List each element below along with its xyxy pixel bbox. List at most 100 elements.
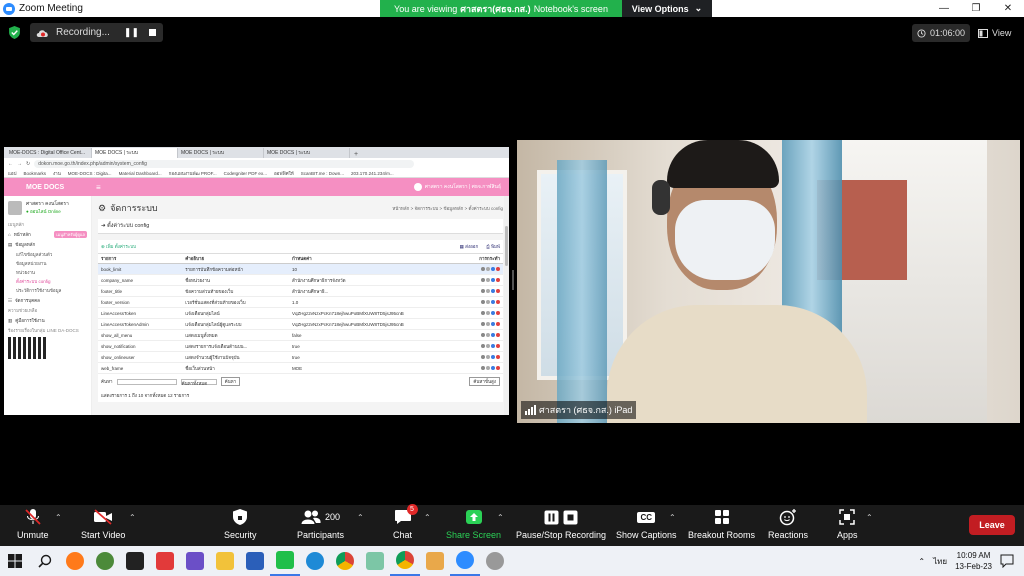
- table-row[interactable]: footer_title ข้อความส่วนท้ายของเว็บ สำนักง…: [98, 285, 503, 297]
- browser-tab[interactable]: MOE-DOCS : Digital Office Cent...: [6, 148, 92, 158]
- stop-recording-button[interactable]: [149, 29, 157, 36]
- delete-icon[interactable]: [496, 333, 500, 337]
- splitter-handle[interactable]: [512, 270, 514, 290]
- new-tab-icon[interactable]: +: [354, 151, 358, 158]
- breadcrumb-item[interactable]: หน้าหลัก: [392, 206, 409, 211]
- bookmark-item[interactable]: 203.170.241.234/m...: [351, 171, 394, 176]
- delete-icon[interactable]: [496, 355, 500, 359]
- unmute-button[interactable]: Unmute: [17, 507, 49, 540]
- browser-tab[interactable]: MOE DOCS | ระบบ: [264, 148, 350, 158]
- sidebar-subitem[interactable]: ข้อมูลหน่วยงาน: [16, 260, 87, 267]
- edit-icon[interactable]: [491, 355, 495, 359]
- taskbar-app-purple[interactable]: [180, 546, 210, 576]
- close-button[interactable]: ✕: [992, 0, 1024, 17]
- edit-icon[interactable]: [491, 267, 495, 271]
- notification-icon[interactable]: [1000, 554, 1014, 568]
- table-row[interactable]: footer_version เวอร์ชั่นแสดงที่ส่วนท้ายขอ…: [98, 296, 503, 308]
- address-bar[interactable]: dokon.moe.go.th/index.php/admin/system_c…: [34, 159, 415, 168]
- search-icon[interactable]: [481, 333, 485, 337]
- shared-screen[interactable]: MOE-DOCS : Digital Office Cent... MOE DO…: [4, 147, 509, 415]
- delete-icon[interactable]: [496, 278, 500, 282]
- delete-icon[interactable]: [496, 300, 500, 304]
- copy-icon[interactable]: [486, 344, 490, 348]
- reload-icon[interactable]: ↻: [26, 161, 30, 167]
- edit-icon[interactable]: [491, 278, 495, 282]
- copy-icon[interactable]: [486, 300, 490, 304]
- view-button[interactable]: View: [978, 24, 1018, 42]
- sidebar-item-home[interactable]: ⌂ หน้าหลัก เมนูสำหรับผู้ดูแล: [8, 231, 87, 238]
- bookmark-item[interactable]: ออฟฟิศให้: [274, 170, 294, 177]
- copy-icon[interactable]: [486, 289, 490, 293]
- delete-icon[interactable]: [496, 289, 500, 293]
- bookmark-item[interactable]: งาน: [53, 170, 61, 177]
- search-input[interactable]: [116, 378, 177, 385]
- table-row[interactable]: web_frame ชื่อเว็บส่วนหน้า MOE: [98, 362, 503, 374]
- copy-icon[interactable]: [486, 366, 490, 370]
- edit-icon[interactable]: [491, 322, 495, 326]
- breakout-rooms-button[interactable]: Breakout Rooms: [688, 507, 755, 540]
- sidebar-item-manual[interactable]: ▥ คู่มือการใช้งาน: [8, 317, 87, 324]
- taskbar-chrome-2[interactable]: [390, 546, 420, 576]
- taskbar-line[interactable]: [270, 546, 300, 576]
- table-row[interactable]: book_limit รายการบันทึกข้อความต่อหน้า 10: [98, 263, 503, 275]
- show-captions-button[interactable]: CC Show Captions: [616, 507, 677, 540]
- search-icon[interactable]: [481, 355, 485, 359]
- table-row[interactable]: show_onlineuser แสดงจำนวนผู้ใช้งานปัจจุบั…: [98, 351, 503, 363]
- encryption-shield-icon[interactable]: [8, 26, 21, 39]
- reactions-button[interactable]: Reactions: [768, 507, 808, 540]
- taskbar-chrome[interactable]: [330, 546, 360, 576]
- back-icon[interactable]: ←: [8, 161, 13, 167]
- taskbar-clock[interactable]: 10:09 AM 13-Feb-23: [955, 550, 992, 572]
- edit-icon[interactable]: [491, 289, 495, 293]
- pause-stop-recording-button[interactable]: Pause/Stop Recording: [516, 507, 606, 540]
- browser-tab-active[interactable]: MOE DOCS | ระบบ: [92, 148, 178, 158]
- video-options-icon[interactable]: ⌃: [129, 513, 136, 522]
- taskbar-app-dark[interactable]: [120, 546, 150, 576]
- apps-button[interactable]: Apps: [837, 507, 858, 540]
- delete-icon[interactable]: [496, 322, 500, 326]
- unmute-options-icon[interactable]: ⌃: [55, 513, 62, 522]
- view-options-button[interactable]: View Options ⌄: [622, 0, 712, 17]
- taskbar-paint[interactable]: [420, 546, 450, 576]
- table-row[interactable]: show_all_menu แสดงเมนูทั้งหมด false: [98, 329, 503, 341]
- delete-icon[interactable]: [496, 311, 500, 315]
- start-video-button[interactable]: Start Video: [81, 507, 125, 540]
- search-icon[interactable]: [481, 300, 485, 304]
- table-row[interactable]: LineAccessToken แจ้งเตือนกลุ่มไลน์ VqZHgz2…: [98, 307, 503, 319]
- bookmark-item[interactable]: แอป: [8, 170, 16, 177]
- sidebar-subitem[interactable]: ประวัติการใช้งานข้อมูล: [16, 287, 87, 294]
- hamburger-menu-icon[interactable]: ≡: [96, 183, 101, 192]
- input-language[interactable]: ไทย: [933, 555, 947, 568]
- bookmark-item[interactable]: ScanBIT.me : Down...: [301, 171, 344, 176]
- participants-button[interactable]: 200 Participants: [297, 507, 344, 540]
- taskbar-app-gray[interactable]: [480, 546, 510, 576]
- taskbar-firefox[interactable]: [60, 546, 90, 576]
- taskbar-zoom[interactable]: [450, 546, 480, 576]
- pause-recording-button[interactable]: ❚❚: [124, 27, 139, 38]
- bookmark-item[interactable]: กองแผนงานพัฒ PROF...: [169, 170, 217, 177]
- delete-icon[interactable]: [496, 366, 500, 370]
- copy-icon[interactable]: [486, 267, 490, 271]
- sidebar-subitem[interactable]: หน่วยงาน: [16, 269, 87, 276]
- taskbar-app-snail[interactable]: [90, 546, 120, 576]
- search-icon[interactable]: [481, 267, 485, 271]
- breadcrumb-item[interactable]: จัดการระบบ: [415, 206, 439, 211]
- apps-options-icon[interactable]: ⌃: [866, 513, 873, 522]
- tray-expand-icon[interactable]: ⌃: [918, 557, 925, 566]
- leave-button[interactable]: Leave: [969, 515, 1015, 535]
- search-icon[interactable]: [481, 278, 485, 282]
- edit-icon[interactable]: [491, 300, 495, 304]
- column-header[interactable]: รายการ: [98, 254, 183, 264]
- taskbar-app-green[interactable]: [360, 546, 390, 576]
- chat-button[interactable]: 5 Chat: [393, 504, 418, 540]
- search-icon[interactable]: [481, 289, 485, 293]
- participants-options-icon[interactable]: ⌃: [357, 513, 364, 522]
- sidebar-item-basic-data[interactable]: ▤ ข้อมูลหลัก: [8, 241, 87, 248]
- browser-tab[interactable]: MOE DOCS | ระบบ: [178, 148, 264, 158]
- advanced-search-button[interactable]: ค้นหาขั้นสูง: [469, 377, 500, 386]
- search-filter-select[interactable]: ค้นหาทั้งหมด: [180, 378, 217, 386]
- sidebar-item-manage[interactable]: ☷ จัดการบุคคล: [8, 297, 87, 304]
- chat-options-icon[interactable]: ⌃: [424, 513, 431, 522]
- start-button[interactable]: [0, 546, 30, 576]
- search-icon[interactable]: [481, 366, 485, 370]
